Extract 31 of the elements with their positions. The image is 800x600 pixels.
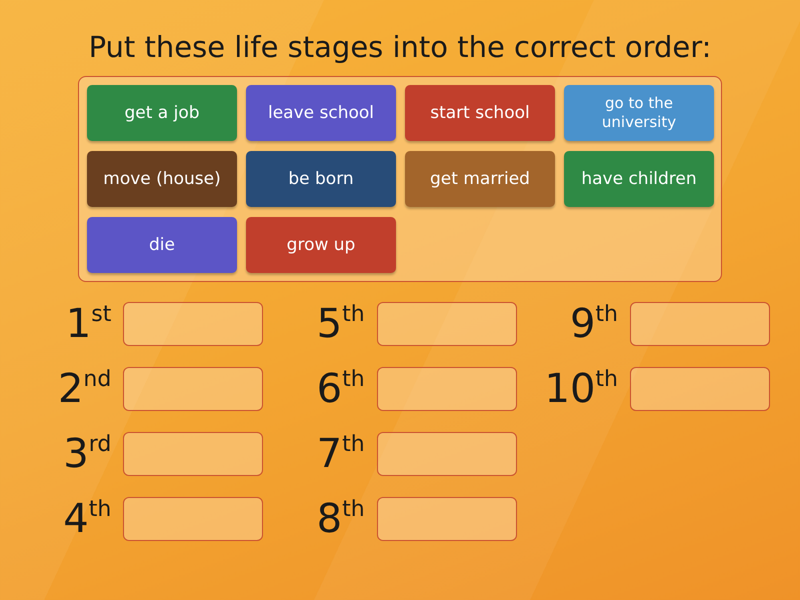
answer-slot[interactable]	[123, 367, 264, 411]
answer-slot[interactable]	[630, 302, 770, 346]
ordinal-label: 6$^{th}$	[316, 369, 365, 409]
word-tile[interactable]: start school	[405, 85, 555, 141]
ordinal-label: 7$^{th}$	[316, 434, 365, 474]
word-tile[interactable]: get married	[405, 151, 555, 207]
ordinal-label: 5$^{th}$	[316, 304, 365, 344]
ordinal-label: 4$^{th}$	[63, 499, 112, 539]
ordinal-label: 2$^{nd}$	[58, 369, 112, 409]
answer-slot[interactable]	[376, 367, 517, 411]
answer-slot[interactable]	[376, 302, 517, 346]
word-tile[interactable]: be born	[246, 151, 396, 207]
word-tile[interactable]: get a job	[87, 85, 237, 141]
answer-slot[interactable]	[123, 497, 264, 541]
word-tile[interactable]: move (house)	[87, 151, 237, 207]
ordinal-label: 8$^{th}$	[316, 499, 365, 539]
answer-slot[interactable]	[376, 432, 517, 476]
ordinal-label: 10$^{th}$	[544, 369, 618, 409]
answer-slot[interactable]	[630, 367, 770, 411]
word-tile[interactable]: go to the university	[564, 85, 714, 141]
word-tile[interactable]: grow up	[246, 217, 396, 273]
ordinal-label: 1$^{st}$	[66, 304, 112, 344]
answer-slot[interactable]	[376, 497, 517, 541]
ordinal-label: 3$^{rd}$	[63, 434, 112, 474]
answer-slot[interactable]	[123, 302, 264, 346]
word-tile[interactable]: leave school	[246, 85, 396, 141]
instruction-title: Put these life stages into the correct order:	[88, 30, 712, 64]
word-tile[interactable]: die	[87, 217, 237, 273]
answer-slot[interactable]	[123, 432, 264, 476]
word-tile[interactable]: have children	[564, 151, 714, 207]
ordinal-label: 9$^{th}$	[570, 304, 618, 344]
